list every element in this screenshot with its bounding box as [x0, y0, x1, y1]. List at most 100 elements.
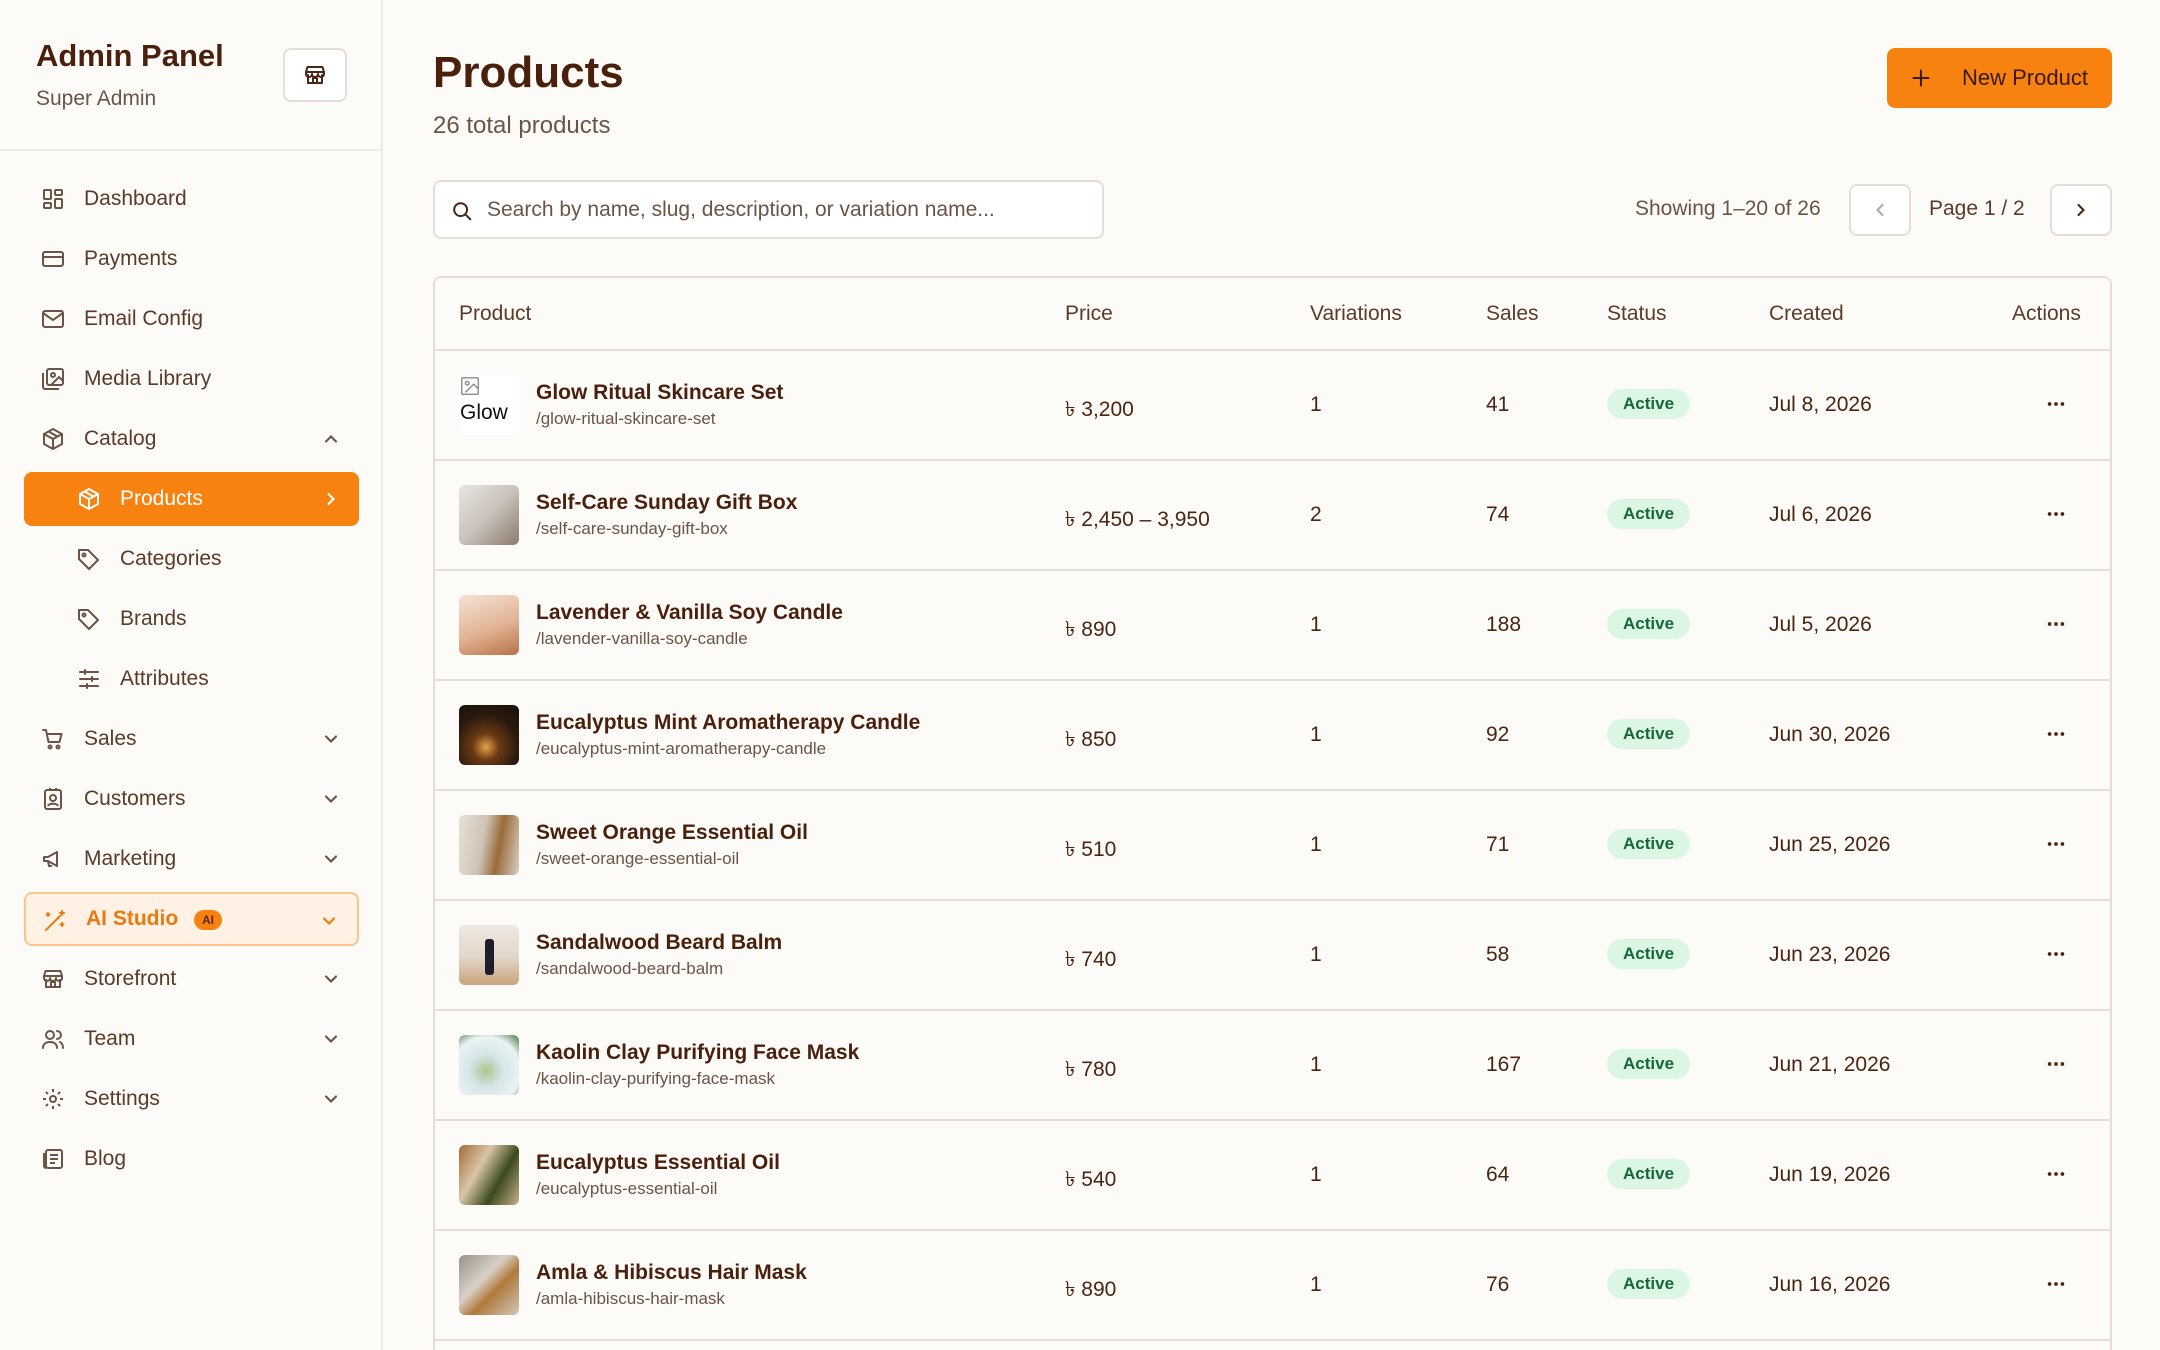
status-badge: Active [1607, 499, 1691, 529]
chevron-right-icon [327, 492, 335, 506]
table-row[interactable]: Sandalwood Beard Balm /sandalwood-beard-… [435, 901, 2110, 1011]
pagination-summary: Showing 1–20 of 26 [1635, 197, 1821, 220]
row-actions-button[interactable] [2045, 503, 2067, 525]
sidebar-item-attributes[interactable]: Attributes [24, 652, 359, 706]
product-name[interactable]: Sandalwood Beard Balm [536, 931, 782, 955]
row-actions-button[interactable] [2045, 1163, 2067, 1185]
new-product-button[interactable]: New Product [1887, 48, 2112, 108]
product-slug: /glow-ritual-skincare-set [536, 409, 716, 428]
product-sales: 58 [1486, 943, 1510, 966]
sidebar-item-label: Marketing [84, 847, 177, 870]
dashboard-icon [43, 189, 63, 209]
bottle-shape [485, 939, 494, 975]
sidebar-item-categories[interactable]: Categories [24, 532, 359, 586]
product-thumbnail [459, 815, 519, 875]
product-created: Jul 6, 2026 [1769, 503, 1872, 526]
product-price: ৳ 3,200 [1065, 398, 1134, 421]
sidebar-item-media-library[interactable]: Media Library [24, 352, 359, 406]
sidebar-item-customers[interactable]: Customers [24, 772, 359, 826]
column-header-status[interactable]: Status [1607, 302, 1667, 326]
product-created: Jun 21, 2026 [1769, 1053, 1891, 1076]
product-name[interactable]: Eucalyptus Mint Aromatherapy Candle [536, 711, 920, 735]
store-icon [305, 66, 325, 84]
product-variations: 1 [1310, 613, 1322, 636]
product-price: ৳ 2,450 – 3,950 [1065, 508, 1210, 531]
sidebar-item-label: Team [84, 1027, 136, 1050]
table-row[interactable]: Kaolin Clay Purifying Face Mask /kaolin-… [435, 1011, 2110, 1121]
more-horizontal-icon [2047, 1172, 2065, 1176]
product-name[interactable]: Glow Ritual Skincare Set [536, 381, 783, 405]
column-header-variations[interactable]: Variations [1310, 302, 1402, 326]
product-thumbnail [459, 485, 519, 545]
sidebar-item-label: Products [120, 487, 203, 510]
product-name[interactable]: Eucalyptus Essential Oil [536, 1151, 780, 1175]
column-header-price[interactable]: Price [1065, 302, 1113, 326]
status-badge: Active [1607, 1159, 1691, 1189]
product-variations: 1 [1310, 1053, 1322, 1076]
product-name[interactable]: Kaolin Clay Purifying Face Mask [536, 1041, 859, 1065]
users-icon [42, 1030, 64, 1049]
product-count: 26 total products [433, 112, 611, 139]
product-thumbnail [459, 705, 519, 765]
sidebar-item-brands[interactable]: Brands [24, 592, 359, 646]
chevron-down-icon [324, 1035, 338, 1043]
product-name[interactable]: Sweet Orange Essential Oil [536, 821, 808, 845]
product-sales: 64 [1486, 1163, 1510, 1186]
sidebar-item-catalog[interactable]: Catalog [24, 412, 359, 466]
row-actions-button[interactable] [2045, 943, 2067, 965]
sidebar-item-ai-studio[interactable]: AI Studio AI [24, 892, 359, 946]
table-row[interactable]: Glow Glow Ritual Skincare Set /glow-ritu… [435, 351, 2110, 461]
product-slug: /eucalyptus-mint-aromatherapy-candle [536, 739, 827, 758]
sidebar-item-settings[interactable]: Settings [24, 1072, 359, 1126]
sidebar-item-sales[interactable]: Sales [24, 712, 359, 766]
more-horizontal-icon [2047, 1062, 2065, 1066]
product-sales: 71 [1486, 833, 1510, 856]
images-icon [42, 368, 64, 390]
row-actions-button[interactable] [2045, 1053, 2067, 1075]
newspaper-icon [43, 1149, 63, 1169]
column-header-created[interactable]: Created [1769, 302, 1844, 326]
table-row[interactable]: Sweet Orange Essential Oil /sweet-orange… [435, 791, 2110, 901]
product-slug: /lavender-vanilla-soy-candle [536, 629, 748, 648]
product-variations: 1 [1310, 943, 1322, 966]
column-header-product[interactable]: Product [459, 302, 531, 326]
table-row[interactable]: Self-Care Sunday Gift Box /self-care-sun… [435, 461, 2110, 571]
sidebar-item-email-config[interactable]: Email Config [24, 292, 359, 346]
product-variations: 1 [1310, 723, 1322, 746]
row-actions-button[interactable] [2045, 1273, 2067, 1295]
row-actions-button[interactable] [2045, 723, 2067, 745]
credit-card-icon [42, 251, 64, 267]
search-box [433, 180, 1104, 239]
search-input[interactable] [487, 194, 1087, 226]
sidebar-item-products[interactable]: Products [24, 472, 359, 526]
table-row[interactable]: Amla & Hibiscus Hair Mask /amla-hibiscus… [435, 1231, 2110, 1341]
next-page-button[interactable] [2050, 184, 2112, 236]
table-row[interactable]: Lavender & Vanilla Soy Candle /lavender-… [435, 571, 2110, 681]
product-sales: 167 [1486, 1053, 1522, 1076]
view-store-button[interactable] [283, 48, 347, 102]
row-actions-button[interactable] [2045, 393, 2067, 415]
sidebar-item-team[interactable]: Team [24, 1012, 359, 1066]
sidebar-item-payments[interactable]: Payments [24, 232, 359, 286]
chevron-down-icon [324, 855, 338, 863]
row-actions-button[interactable] [2045, 613, 2067, 635]
product-name[interactable]: Amla & Hibiscus Hair Mask [536, 1261, 807, 1285]
product-name[interactable]: Lavender & Vanilla Soy Candle [536, 601, 843, 625]
row-actions-button[interactable] [2045, 833, 2067, 855]
product-variations: 1 [1310, 1273, 1322, 1296]
sidebar-item-label: Storefront [84, 967, 177, 990]
more-horizontal-icon [2047, 842, 2065, 846]
prev-page-button[interactable] [1849, 184, 1911, 236]
column-header-sales[interactable]: Sales [1486, 302, 1539, 326]
sidebar-item-blog[interactable]: Blog [24, 1132, 359, 1186]
sidebar-item-dashboard[interactable]: Dashboard [24, 172, 359, 226]
table-row[interactable]: Eucalyptus Essential Oil /eucalyptus-ess… [435, 1121, 2110, 1231]
app-title: Admin Panel [36, 38, 224, 73]
product-price: ৳ 740 [1065, 948, 1117, 971]
sidebar-item-storefront[interactable]: Storefront [24, 952, 359, 1006]
product-price: ৳ 780 [1065, 1058, 1117, 1081]
sidebar-item-marketing[interactable]: Marketing [24, 832, 359, 886]
table-row[interactable]: Eucalyptus Mint Aromatherapy Candle /euc… [435, 681, 2110, 791]
product-name[interactable]: Self-Care Sunday Gift Box [536, 491, 797, 515]
product-sales: 76 [1486, 1273, 1510, 1296]
